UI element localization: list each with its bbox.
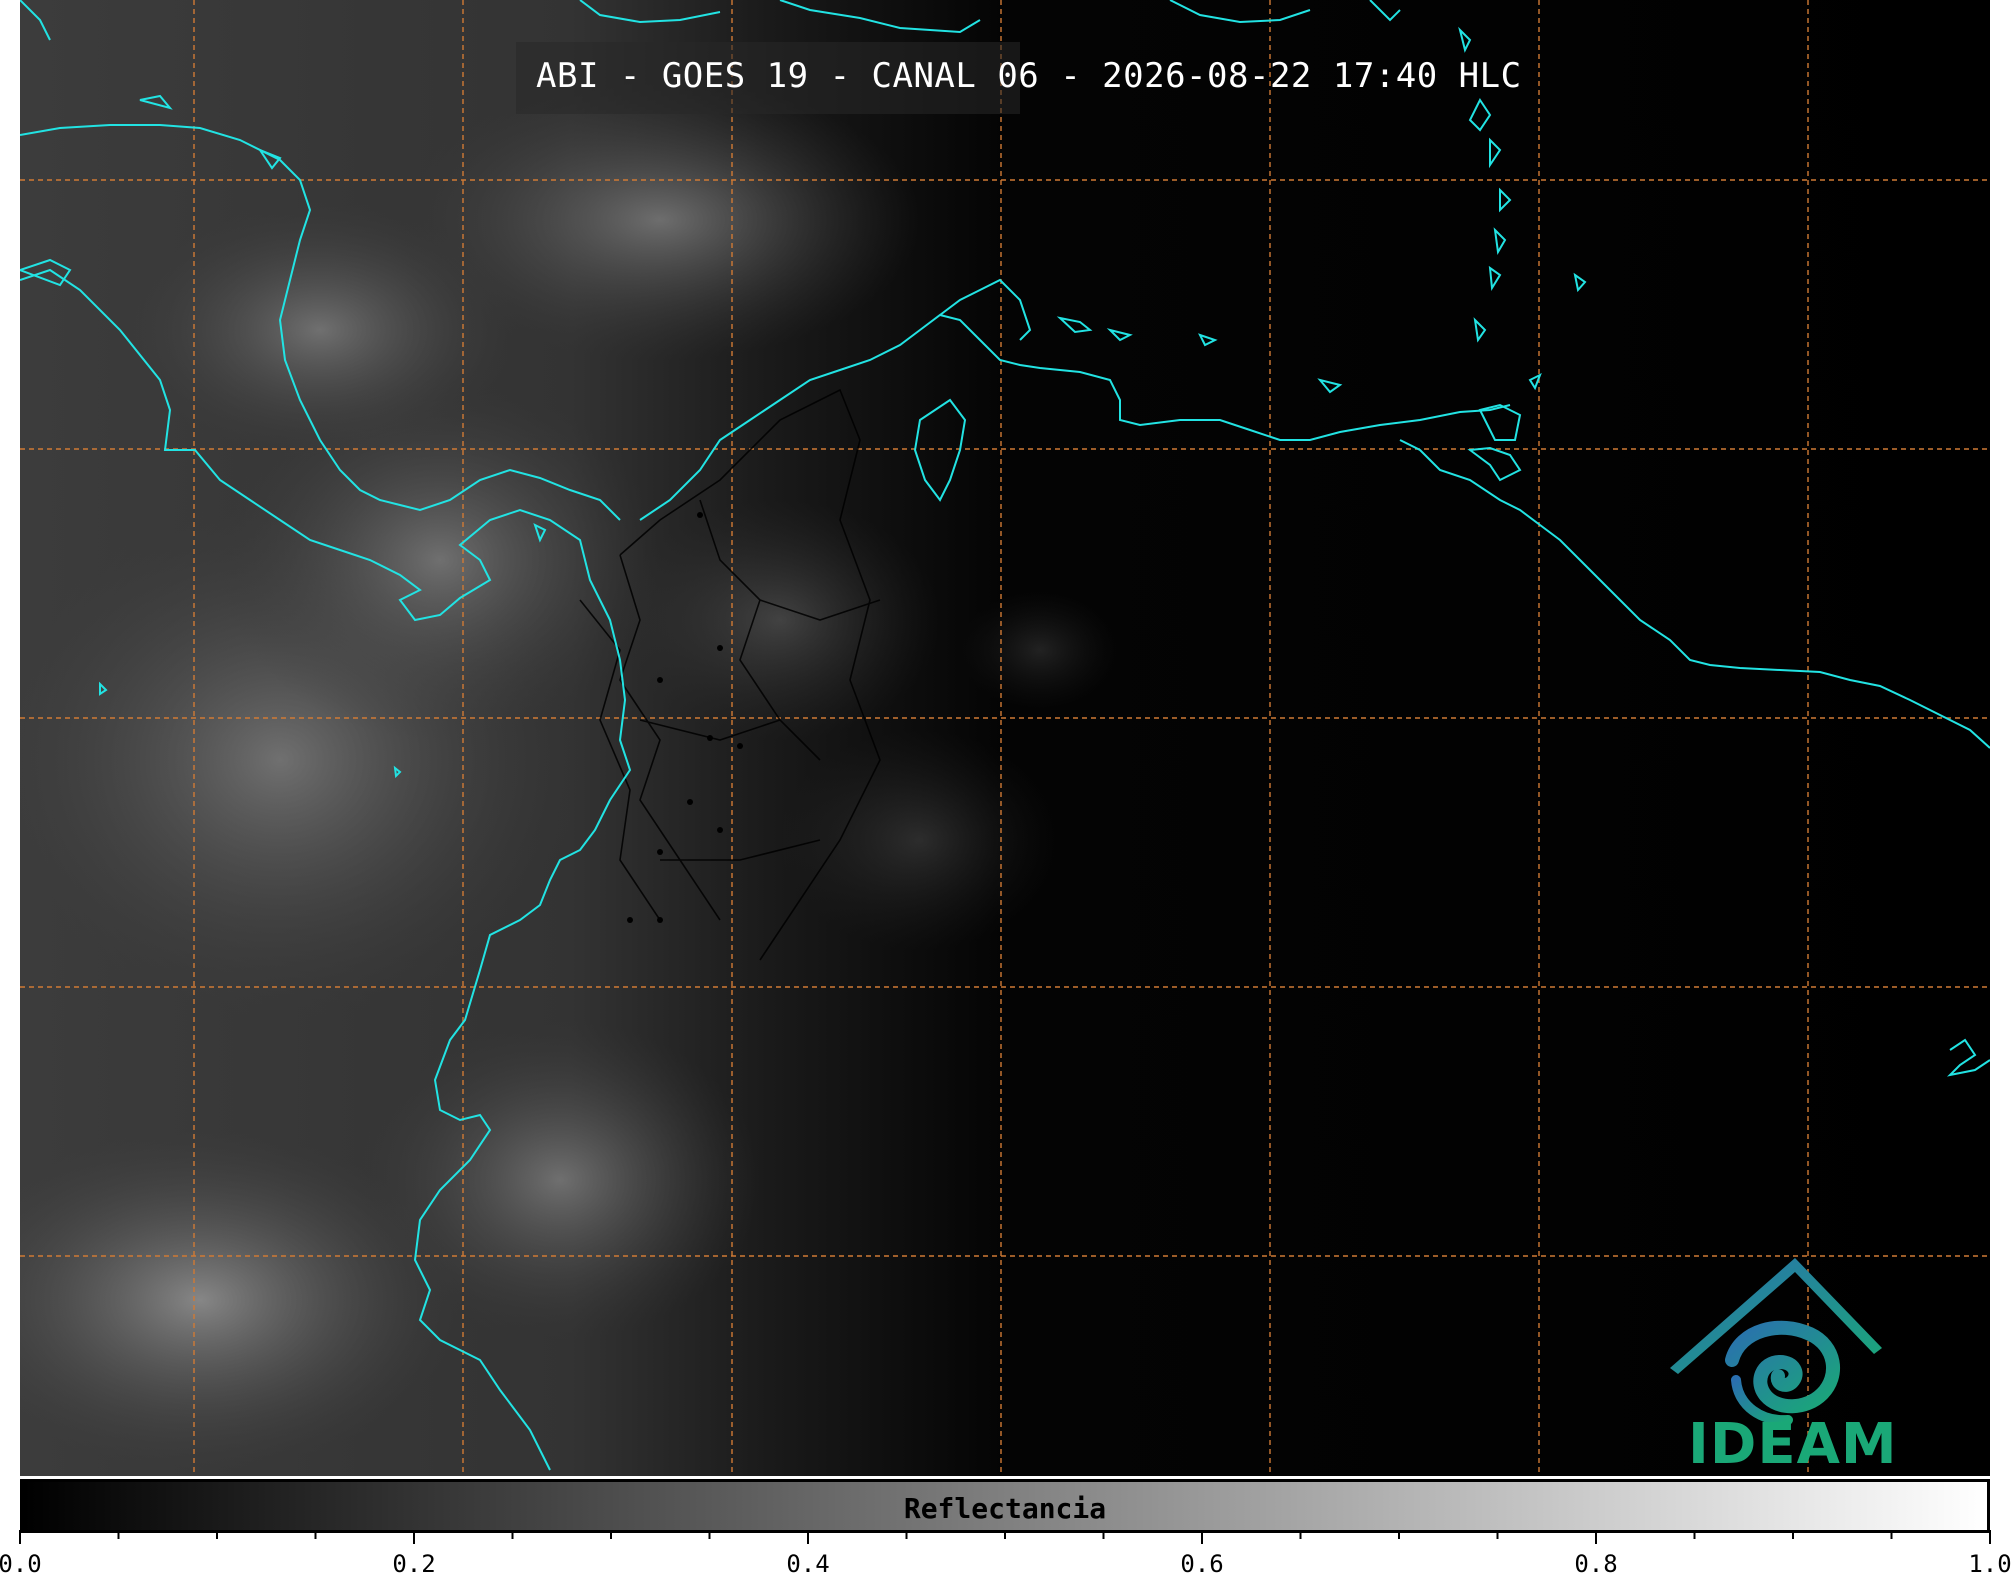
colorbar-tick-label: 0.0 [0,1550,42,1577]
colorbar-tick-label: 0.4 [786,1550,829,1577]
map-title: ABI - GOES 19 - CANAL 06 - 2026-08-22 17… [536,56,1522,96]
colorbar-tick-label: 0.6 [1180,1550,1223,1577]
colorbar-tick-label: 0.8 [1574,1550,1617,1577]
colorbar-tick-label: 1.0 [1968,1550,2011,1577]
ideam-logo-text: IDEAM [1688,1412,1898,1477]
colorbar-tick-label: 0.2 [392,1550,435,1577]
colorbar: Reflectancia [20,1479,1990,1533]
colorbar-label: Reflectancia [903,1492,1107,1525]
colorbar-ticks: 0.0 0.2 0.4 0.6 0.8 1.0 [0,1530,2011,1577]
